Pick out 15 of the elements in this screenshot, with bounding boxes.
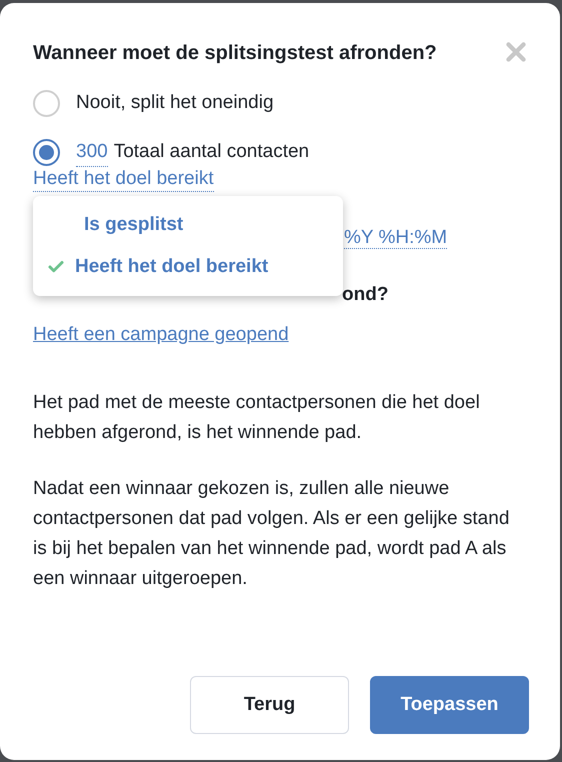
option-label: Totaal aantal contacten bbox=[114, 140, 310, 164]
description-text: Nadat een winnaar gekozen is, zullen alle nieuwe contactpersonen dat pad volgen. Als er een gelijke stand is bij het bepalen van het winnende pad, wordt pad A als een winnaar uitgeroepen. bbox=[33, 476, 510, 590]
apply-button[interactable]: Toepassen bbox=[370, 676, 529, 734]
dropdown-item[interactable]: Is gesplitst bbox=[33, 204, 343, 246]
back-button[interactable]: Terug bbox=[190, 676, 349, 734]
option-label: Nooit, split het oneindig bbox=[76, 91, 274, 115]
date-format-value[interactable]: %Y %H:%M bbox=[344, 227, 448, 249]
dialog-title: Wanneer moet de splitsingstest afronden? bbox=[33, 41, 437, 66]
section-heading: ond? bbox=[342, 284, 388, 304]
goal-link[interactable]: Heeft een campagne geopend bbox=[33, 321, 289, 350]
radio-button[interactable] bbox=[33, 138, 60, 166]
dropdown-item[interactable]: Heeft het doel bereikt bbox=[33, 246, 343, 288]
criterion-link[interactable]: Heeft het doel bereikt bbox=[33, 167, 214, 192]
description-text: Het pad met de meeste contactpersonen die het doel hebben afgerond, is het winnende pad. bbox=[33, 390, 481, 444]
contact-count-value[interactable]: 300 bbox=[76, 138, 108, 167]
